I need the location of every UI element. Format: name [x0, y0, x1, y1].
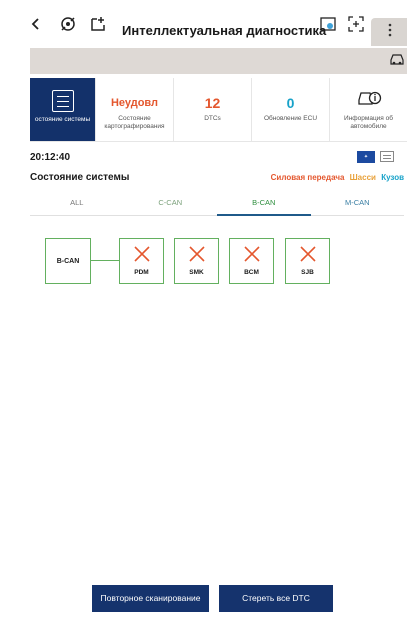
ecu-node-sjb[interactable]: SJB — [285, 238, 330, 284]
rescan-button[interactable]: Повторное сканирование — [92, 585, 209, 612]
tab-c-can[interactable]: C-CAN — [124, 192, 218, 215]
tile-label: Информация об автомобиле — [344, 115, 393, 130]
vehicle-bar — [30, 48, 407, 74]
scan-icon[interactable] — [346, 14, 366, 34]
system-status-icon — [51, 90, 74, 112]
report-icon[interactable] — [318, 14, 338, 34]
vehicle-info-icon — [356, 86, 382, 113]
ecu-label: SMK — [189, 269, 204, 276]
tile-mapping-status[interactable]: Неудовл Состояние картографирования — [96, 78, 174, 141]
ecu-node-bcm[interactable]: BCM — [229, 238, 274, 284]
filter-body[interactable]: Кузов — [381, 173, 404, 182]
tab-m-can[interactable]: M-CAN — [311, 192, 405, 215]
back-icon[interactable] — [26, 14, 46, 34]
clock-time: 20:12:40 — [30, 152, 71, 163]
tab-all[interactable]: ALL — [30, 192, 124, 215]
keyboard-icon[interactable] — [380, 151, 394, 162]
tile-value: 12 — [204, 95, 221, 111]
more-vertical-icon[interactable] — [380, 20, 400, 40]
tile-label: Состояние картографирования — [104, 115, 165, 130]
diagnostic-icon[interactable] — [58, 14, 78, 34]
tile-vehicle-info[interactable]: Информация об автомобиле — [330, 78, 407, 141]
tile-label: остояние системы — [34, 116, 91, 123]
bus-node[interactable]: B-CAN — [45, 238, 91, 284]
fault-x-icon — [134, 246, 150, 262]
bus-tabs: ALL C-CAN B-CAN M-CAN — [30, 192, 404, 216]
tab-b-can[interactable]: B-CAN — [217, 192, 311, 216]
ecu-label: PDM — [134, 269, 149, 276]
ecu-label: BCM — [244, 269, 259, 276]
tile-dtcs[interactable]: 12 DTCs — [174, 78, 252, 141]
bus-link — [91, 260, 119, 261]
topology-diagram: B-CAN PDM SMK BCM SJB — [0, 230, 407, 290]
tile-value: Неудовл — [110, 97, 159, 109]
summary-tiles: остояние системы Неудовл Состояние карто… — [30, 78, 407, 142]
ecu-node-smk[interactable]: SMK — [174, 238, 219, 284]
ecu-label: SJB — [301, 269, 314, 276]
fault-x-icon — [189, 246, 205, 262]
tile-system-status[interactable]: остояние системы — [30, 78, 96, 141]
tile-value: 0 — [286, 95, 295, 111]
top-bar: Интеллектуальная диагностика — [0, 0, 407, 48]
fault-x-icon — [244, 246, 260, 262]
tile-label: DTCs — [204, 115, 221, 122]
filter-powertrain[interactable]: Силовая передача — [271, 173, 345, 182]
tile-ecu-update[interactable]: 0 Обновление ECU — [252, 78, 330, 141]
ecu-node-pdm[interactable]: PDM — [119, 238, 164, 284]
tile-label: Обновление ECU — [263, 115, 318, 122]
clear-dtc-button[interactable]: Стереть все DTC — [219, 585, 333, 612]
filter-chassis[interactable]: Шасси — [350, 173, 376, 182]
page-title: Интеллектуальная диагностика — [122, 23, 327, 38]
flag-icon[interactable]: ✦ — [357, 151, 375, 163]
car-icon[interactable] — [389, 52, 405, 71]
fault-x-icon — [300, 246, 316, 262]
section-title: Состояние системы — [30, 172, 130, 183]
add-vehicle-icon[interactable] — [88, 14, 108, 34]
domain-filters: Силовая передача Шасси Кузов — [268, 173, 404, 182]
